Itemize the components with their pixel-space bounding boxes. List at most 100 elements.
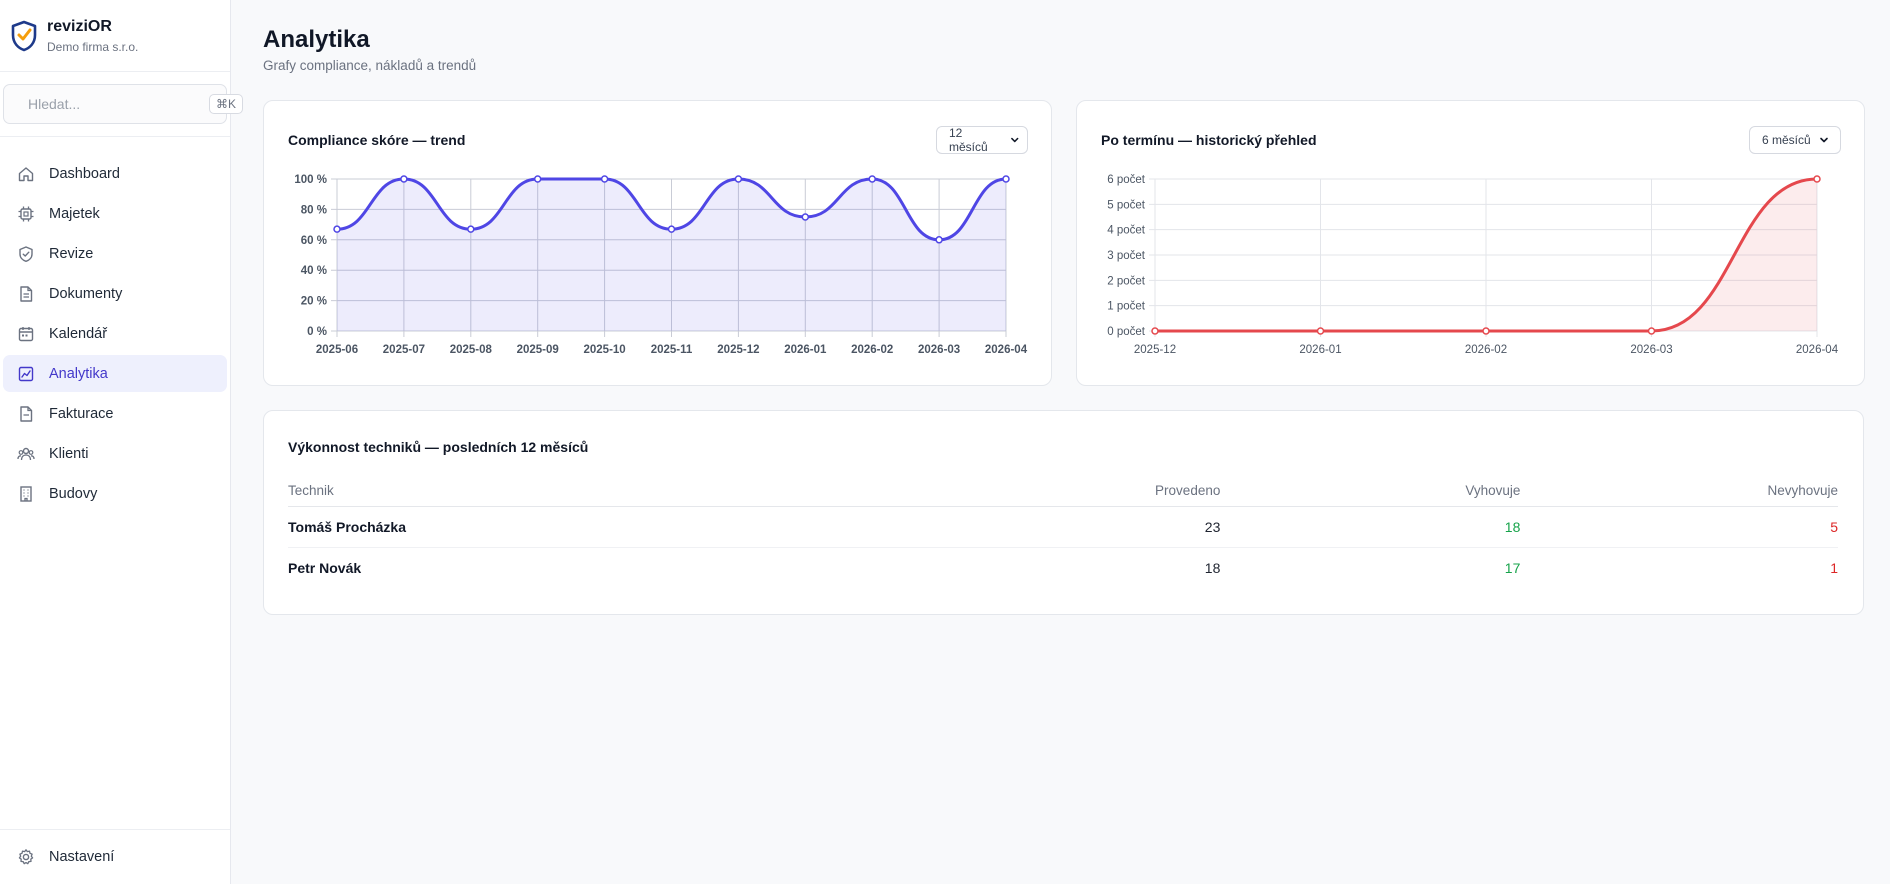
- x-tick-label: 2026-02: [851, 344, 893, 356]
- sidebar-item-klienti[interactable]: Klienti: [3, 435, 227, 472]
- data-point: [801, 213, 810, 221]
- tech-pass: 17: [1504, 559, 1521, 576]
- x-tick-label: 2026-04: [1796, 344, 1839, 356]
- x-tick-label: 2026-02: [1465, 344, 1507, 356]
- calendar-icon: [17, 325, 35, 343]
- sidebar-item-label: Kalendář: [49, 325, 108, 342]
- sidebar-item-dokumenty[interactable]: Dokumenty: [3, 275, 227, 312]
- sidebar-item-label: Fakturace: [49, 405, 114, 422]
- data-point: [467, 225, 475, 233]
- x-tick-label: 2026-04: [985, 344, 1028, 356]
- tech-name: Petr Novák: [288, 559, 362, 576]
- search-shortcut-badge: ⌘K: [209, 94, 244, 114]
- data-point: [1316, 327, 1325, 335]
- y-tick-label: 3 počet: [1107, 250, 1146, 262]
- technicians-table: Technik Provedeno Vyhovuje Nevyhovuje To…: [288, 476, 1838, 588]
- tech-pass: 18: [1220, 506, 1521, 548]
- sidebar-item-kalendar[interactable]: Kalendář: [3, 315, 227, 352]
- table-row[interactable]: Tomáš Procházka 23 18 5: [288, 506, 1838, 548]
- y-tick-label: 100 %: [294, 174, 327, 186]
- home-icon: [17, 165, 35, 183]
- data-point: [734, 175, 743, 183]
- compliance-line-chart: 0 % 20 % 40 % 60 % 80 % 100 % 2025-06 2025-07 20…: [294, 174, 1028, 356]
- y-tick-label: 80 %: [301, 204, 327, 216]
- y-tick-label: 40 %: [301, 265, 327, 277]
- y-tick-label: 5 počet: [1107, 199, 1146, 211]
- data-point: [1813, 175, 1821, 183]
- data-point: [1002, 175, 1010, 183]
- y-tick-label: 2 počet: [1107, 275, 1146, 287]
- sidebar-item-label: Budovy: [49, 485, 98, 502]
- x-tick-label: 2026-03: [1630, 344, 1672, 356]
- y-tick-label: 0 počet: [1107, 326, 1146, 338]
- shield-logo-icon: [11, 20, 37, 51]
- building-icon: [17, 485, 35, 503]
- technicians-card: Výkonnost techniků — posledních 12 měsíc…: [263, 410, 1864, 615]
- column-header-vyhovuje[interactable]: Vyhovuje: [1220, 476, 1521, 507]
- sidebar-item-fakturace[interactable]: Fakturace: [3, 395, 227, 432]
- sidebar-item-label: Analytika: [49, 365, 108, 382]
- tech-name: Tomáš Procházka: [288, 506, 721, 548]
- x-tick-label: 2025-07: [383, 344, 425, 356]
- x-tick-label: 2025-12: [1134, 344, 1176, 356]
- sidebar-nav: Dashboard Majetek Revize Dokumenty Kalendář A…: [0, 137, 230, 512]
- invoice-icon: [17, 405, 35, 423]
- sidebar-item-label: Nastavení: [49, 848, 115, 865]
- data-point: [1647, 327, 1656, 335]
- sidebar-item-label: Dokumenty: [49, 285, 123, 302]
- sidebar-item-majetek[interactable]: Majetek: [3, 195, 227, 232]
- x-tick-label: 2025-10: [583, 344, 625, 356]
- y-tick-label: 1 počet: [1107, 301, 1146, 313]
- tech-done: 18: [1204, 559, 1221, 576]
- brand-name: reviziOR: [47, 17, 112, 35]
- sidebar-item-budovy[interactable]: Budovy: [3, 475, 227, 512]
- x-tick-label: 2025-06: [316, 344, 358, 356]
- sidebar-item-label: Klienti: [49, 445, 89, 462]
- tech-fail: 5: [1520, 506, 1838, 548]
- page-subtitle: Grafy compliance, nákladů a trendů: [263, 58, 477, 73]
- y-tick-label: 20 %: [301, 296, 327, 308]
- shield-check-icon: [17, 245, 35, 263]
- search-box[interactable]: ⌘K: [3, 84, 244, 124]
- x-tick-label: 2026-03: [918, 344, 960, 356]
- gear-icon: [17, 848, 35, 866]
- data-point: [667, 225, 676, 233]
- column-header-nevyhovuje[interactable]: Nevyhovuje: [1520, 476, 1838, 507]
- data-point: [333, 225, 341, 233]
- brand[interactable]: reviziOR Demo firma s.r.o.: [0, 0, 230, 72]
- tech-done: 23: [720, 506, 1221, 548]
- x-tick-label: 2026-01: [784, 344, 827, 356]
- sidebar: reviziOR Demo firma s.r.o. ⌘K Dashboard M…: [0, 0, 244, 884]
- tech-fail: 1: [1830, 559, 1838, 576]
- sidebar-item-label: Dashboard: [49, 165, 120, 182]
- search-input[interactable]: [28, 96, 209, 112]
- table-row[interactable]: Petr Novák 18 17 1: [288, 547, 1838, 588]
- data-point: [533, 175, 542, 183]
- column-header-technik[interactable]: Technik: [288, 476, 721, 507]
- y-tick-label: 0 %: [307, 326, 327, 338]
- compliance-chart-card: Compliance skóre — trend 12 měsíců 0 % 20…: [263, 100, 1052, 386]
- overdue-chart-card: Po termínu — historický přehled 6 měsíců…: [1076, 100, 1865, 386]
- sidebar-item-label: Majetek: [49, 205, 100, 222]
- data-point: [868, 175, 876, 183]
- y-tick-label: 60 %: [301, 235, 327, 247]
- sidebar-item-analytika[interactable]: Analytika: [3, 355, 227, 392]
- technicians-title: Výkonnost techniků — posledních 12 měsíc…: [288, 439, 589, 455]
- x-tick-label: 2025-12: [717, 344, 759, 356]
- data-point: [1482, 327, 1490, 335]
- sidebar-item-revize[interactable]: Revize: [3, 235, 227, 272]
- sidebar-item-dashboard[interactable]: Dashboard: [3, 155, 227, 192]
- overdue-line-chart: 0 počet 1 počet 2 počet 3 počet 4 počet 5 poč…: [1107, 174, 1839, 356]
- chip-icon: [17, 205, 35, 223]
- column-header-provedeno[interactable]: Provedeno: [720, 476, 1221, 507]
- users-icon: [17, 445, 35, 463]
- table-header-row: Technik Provedeno Vyhovuje Nevyhovuje: [288, 476, 1838, 507]
- x-tick-label: 2025-08: [450, 344, 493, 356]
- document-icon: [17, 285, 35, 303]
- sidebar-item-settings[interactable]: Nastavení: [3, 838, 227, 875]
- data-point: [400, 175, 408, 183]
- data-point: [1151, 327, 1159, 335]
- chart-icon: [17, 365, 35, 383]
- x-tick-label: 2026-01: [1299, 344, 1341, 356]
- y-tick-label: 6 počet: [1107, 174, 1146, 186]
